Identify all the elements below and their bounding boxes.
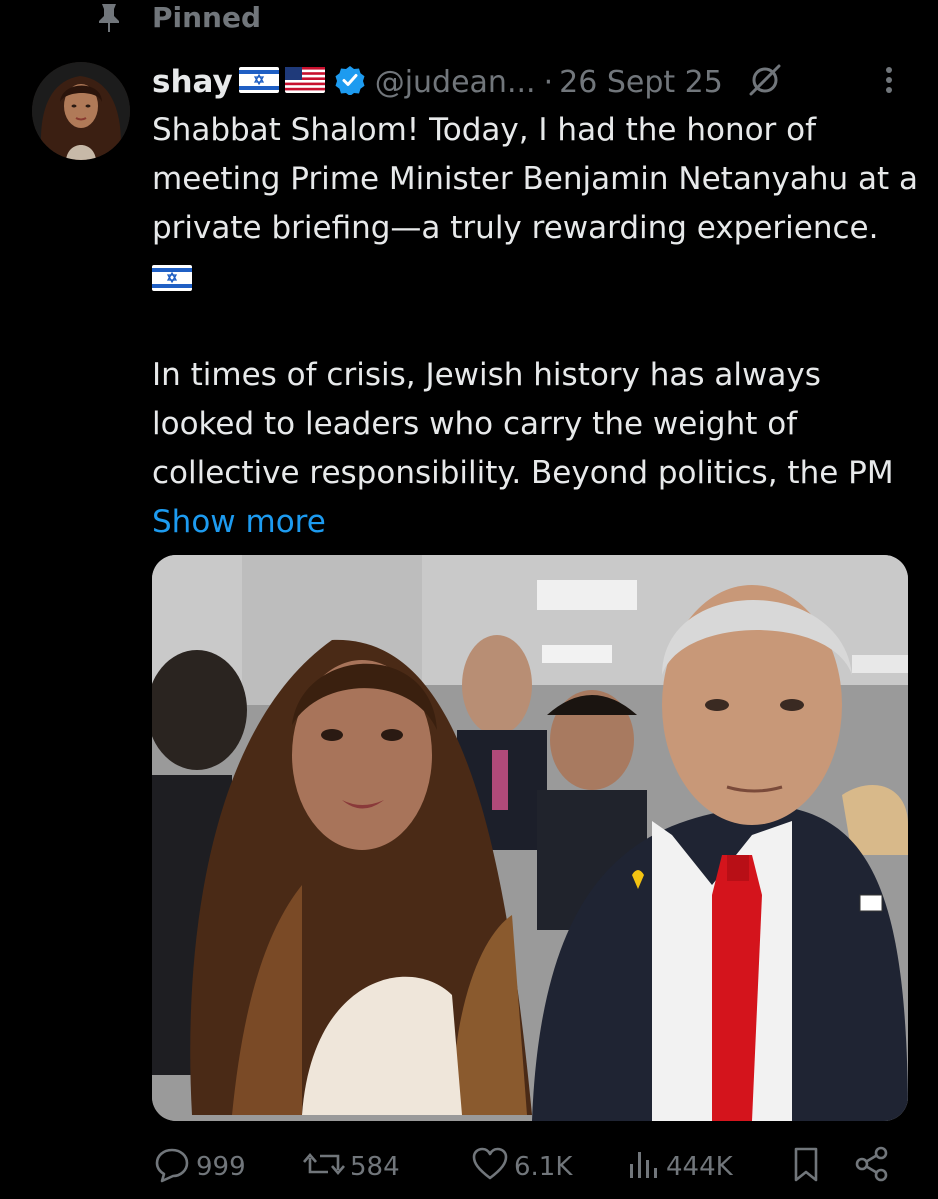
pinned-label: Pinned [152, 0, 262, 34]
share-icon [852, 1144, 892, 1191]
us-flag-icon [284, 67, 325, 97]
verified-badge-icon[interactable] [335, 65, 365, 99]
views-count: 444K [666, 1152, 733, 1182]
pinned-indicator: Pinned [92, 0, 261, 34]
tweet-paragraph-1: Shabbat Shalom! Today, I had the honor o… [152, 106, 922, 302]
like-button[interactable]: 6.1K [470, 1143, 572, 1191]
author-name[interactable]: shay [152, 64, 233, 100]
like-icon [470, 1144, 510, 1191]
israel-flag-icon [152, 265, 192, 291]
share-button[interactable] [852, 1143, 896, 1191]
views-icon [626, 1144, 662, 1191]
views-button[interactable]: 444K [626, 1143, 733, 1191]
separator-dot: · [543, 64, 554, 100]
reply-icon [152, 1144, 192, 1191]
bookmark-button[interactable] [788, 1143, 828, 1191]
show-more-link[interactable]: Show more [152, 504, 326, 540]
grok-icon[interactable] [747, 62, 783, 102]
author-handle[interactable]: @judean... [375, 65, 536, 100]
tweet-actions: 999 584 6.1K 444K [152, 1143, 902, 1191]
reply-count: 999 [196, 1152, 246, 1182]
tweet-text: Shabbat Shalom! Today, I had the honor o… [152, 106, 922, 547]
tweet-photo[interactable] [152, 555, 908, 1121]
repost-button[interactable]: 584 [302, 1143, 400, 1191]
tweet-paragraph-2-text: In times of crisis, Jewish history has a… [152, 357, 894, 491]
tweet-paragraph-1-text: Shabbat Shalom! Today, I had the honor o… [152, 112, 918, 246]
more-icon[interactable] [882, 62, 896, 102]
avatar[interactable] [32, 62, 130, 160]
tweet-header: shay @judean... · 26 Sept 25 [152, 60, 898, 104]
repost-icon [302, 1144, 346, 1191]
repost-count: 584 [350, 1152, 400, 1182]
like-count: 6.1K [514, 1152, 573, 1182]
tweet-date[interactable]: 26 Sept 25 [559, 65, 723, 100]
tweet-paragraph-2: In times of crisis, Jewish history has a… [152, 351, 922, 547]
israel-flag-icon [238, 67, 279, 97]
reply-button[interactable]: 999 [152, 1143, 246, 1191]
pin-icon [92, 0, 126, 34]
bookmark-icon [788, 1144, 824, 1191]
